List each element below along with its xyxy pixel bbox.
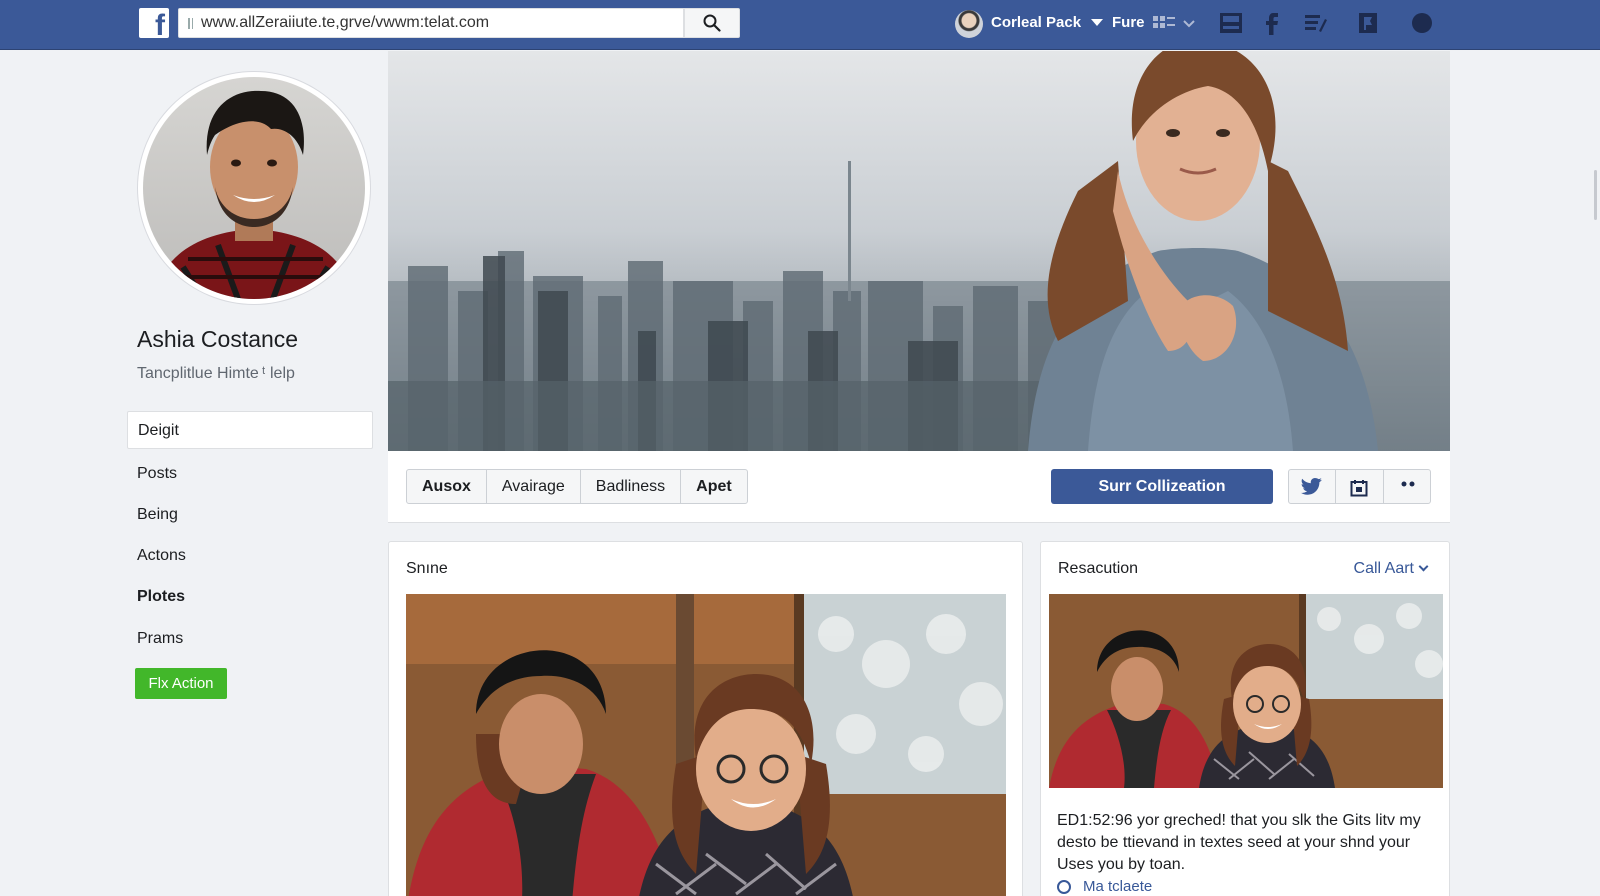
scrollbar-thumb[interactable]: [1594, 170, 1597, 220]
tab-avairage[interactable]: Avairage: [487, 470, 581, 503]
tab-badliness[interactable]: Badliness: [581, 470, 682, 503]
profile-photo: [143, 77, 365, 299]
action-button[interactable]: Flx Action: [135, 668, 227, 699]
nav-user-name: Corleal Pack: [991, 14, 1082, 31]
profile-avatar[interactable]: [138, 72, 370, 304]
icon-button-group: [1288, 469, 1431, 504]
sidebar-item-prams[interactable]: Prams: [137, 630, 183, 648]
main-card-title: Snıne: [406, 560, 448, 577]
lock-icon: [188, 18, 193, 29]
sidebar-item-selected[interactable]: Deigit: [127, 411, 373, 449]
more-button[interactable]: [1384, 470, 1430, 503]
profile-tabs: Ausox Avairage Badliness Apet: [406, 469, 748, 504]
chevron-down-icon: [1418, 561, 1429, 572]
user-avatar: [955, 10, 983, 38]
main-card: Snıne: [388, 541, 1023, 896]
url-input[interactable]: [201, 9, 671, 37]
chevron-down-icon[interactable]: [1091, 19, 1103, 26]
more-icon: [1401, 481, 1415, 487]
calendar-icon: [1350, 480, 1368, 497]
side-card-more-link[interactable]: Ma tclaete: [1057, 878, 1152, 895]
top-bar: f Corleal Pack Fure: [0, 0, 1600, 50]
sidebar-item-plotes[interactable]: Plotes: [137, 588, 185, 606]
profile-tabs-card: Ausox Avairage Badliness Apet Surr Colli…: [388, 451, 1450, 523]
primary-action-button[interactable]: Surr Collizeation: [1051, 469, 1273, 504]
search-button[interactable]: [684, 8, 740, 38]
inbox-icon[interactable]: [1219, 11, 1243, 35]
search-icon: [703, 14, 721, 32]
globe-icon[interactable]: [1410, 11, 1434, 35]
grid-icon[interactable]: [1152, 11, 1176, 35]
info-icon: [1057, 880, 1071, 895]
sidebar-item-label: Deigit: [138, 422, 179, 439]
flag-icon[interactable]: [1357, 11, 1381, 35]
side-card-link[interactable]: Call Aart: [1353, 560, 1429, 578]
side-card: Resacution Call Aart ED1:52:96 yor grech…: [1040, 541, 1450, 896]
sidebar-item-actons[interactable]: Actons: [137, 547, 186, 565]
side-card-title: Resacution: [1058, 560, 1139, 577]
notes-icon[interactable]: [1304, 11, 1328, 35]
cover-photo[interactable]: [388, 51, 1450, 451]
main-card-photo[interactable]: [406, 594, 1006, 896]
facebook-f-icon[interactable]: [1259, 11, 1283, 35]
tab-apet[interactable]: Apet: [681, 470, 747, 503]
calendar-button[interactable]: [1336, 470, 1384, 503]
twitter-icon: [1301, 478, 1322, 495]
address-bar[interactable]: [178, 8, 684, 38]
side-card-photo[interactable]: [1049, 594, 1443, 788]
facebook-logo-icon[interactable]: f: [139, 8, 169, 41]
profile-name: Ashia Costance: [137, 326, 299, 352]
chevron-down-small-icon[interactable]: [1182, 11, 1196, 35]
side-card-more-label: Ma tclaete: [1083, 878, 1153, 895]
side-card-description: ED1:52:96 yor greched! that you slk the …: [1057, 812, 1421, 873]
twitter-button[interactable]: [1289, 470, 1337, 503]
profile-subtitle: Tancplitlue Himte ᵗ lelp: [137, 365, 295, 382]
tab-ausox[interactable]: Ausox: [407, 470, 487, 503]
sidebar-item-posts[interactable]: Posts: [137, 465, 177, 483]
sidebar-item-being[interactable]: Being: [137, 506, 178, 524]
side-card-link-label: Call Aart: [1353, 560, 1414, 577]
nav-link[interactable]: Fure: [1112, 14, 1145, 31]
